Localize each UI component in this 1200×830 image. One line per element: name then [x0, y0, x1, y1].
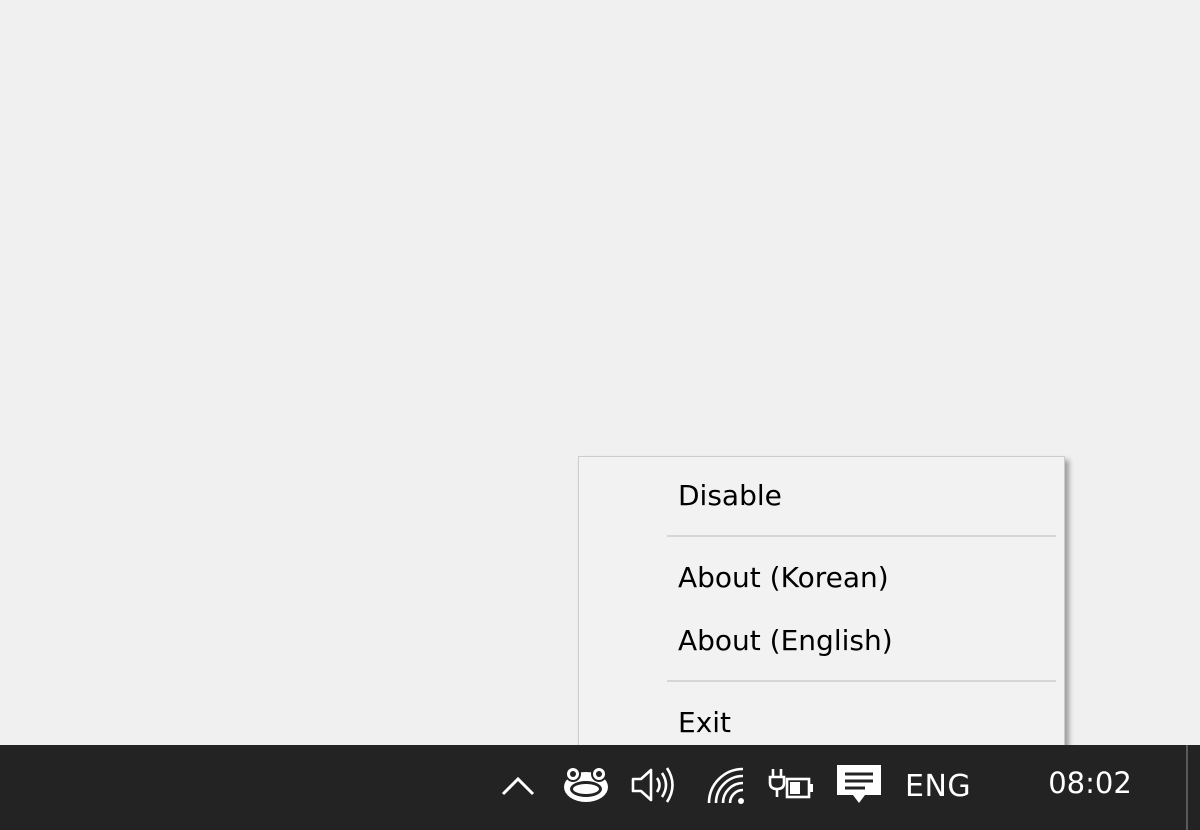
volume-icon[interactable] [628, 763, 680, 807]
battery-charging-icon[interactable] [764, 763, 816, 807]
show-desktop-button[interactable] [1186, 745, 1188, 830]
app-tray-icon[interactable] [560, 763, 612, 807]
menu-separator [667, 535, 1056, 537]
chevron-up-icon[interactable] [496, 763, 540, 807]
taskbar: ENG 08:02 [0, 745, 1200, 830]
tray-context-menu: Disable About (Korean) About (English) E… [578, 456, 1065, 761]
taskbar-clock[interactable]: 08:02 [1040, 763, 1140, 803]
menu-item-about-english[interactable]: About (English) [579, 613, 1064, 669]
menu-separator [667, 680, 1056, 682]
input-language-indicator[interactable]: ENG [905, 767, 971, 807]
wifi-icon[interactable] [704, 763, 748, 807]
menu-item-exit[interactable]: Exit [579, 695, 1064, 751]
menu-item-disable[interactable]: Disable [579, 468, 1064, 524]
menu-item-about-korean[interactable]: About (Korean) [579, 550, 1064, 606]
notifications-icon[interactable] [834, 763, 884, 807]
